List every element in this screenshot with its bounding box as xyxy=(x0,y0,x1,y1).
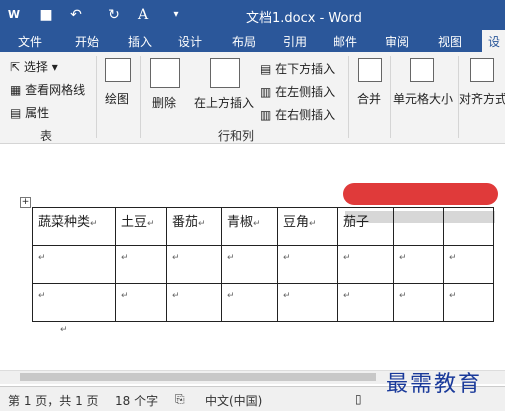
table-cell[interactable]: ↵ xyxy=(277,283,338,322)
merge-button[interactable]: 合并 xyxy=(357,90,381,107)
tab-insert[interactable]: 插入 xyxy=(128,33,152,50)
proofing-icon[interactable]: ⎘ xyxy=(175,392,185,407)
cell-size-icon xyxy=(410,58,434,82)
tab-mailings[interactable]: 邮件 xyxy=(333,33,357,50)
select-button[interactable]: ⇱ 选择 ▾ xyxy=(10,58,58,75)
redo-icon[interactable]: ↻ xyxy=(104,5,124,25)
rows-cols-label: 行和列 xyxy=(218,129,255,143)
table-cell[interactable]: 蔬菜种类↵ xyxy=(32,207,116,246)
table-move-handle-icon[interactable]: + xyxy=(20,197,31,208)
ribbon-tabs: 文件 开始 插入 设计 布局 引用 邮件 审阅 视图 设 xyxy=(0,30,505,52)
language-status[interactable]: 中文(中国) xyxy=(205,392,262,409)
word-count[interactable]: 18 个字 xyxy=(115,392,158,409)
table-row: ↵ ↵ ↵ ↵ ↵ ↵ ↵ ↵ xyxy=(32,245,494,284)
undo-icon[interactable]: ↶ xyxy=(66,5,86,25)
table-cell[interactable]: ↵ xyxy=(32,245,116,284)
table-cell[interactable]: ↵ xyxy=(393,245,444,284)
table-cell[interactable]: ↵ xyxy=(221,283,278,322)
insert-above-button[interactable]: 在上方插入 xyxy=(194,94,254,111)
table-cell[interactable]: ↵ xyxy=(166,283,222,322)
tab-file[interactable]: 文件 xyxy=(18,33,42,50)
title-bar: W ■ ↶ ↻ A ▾ 文档1.docx - Word xyxy=(0,0,505,30)
insert-above-icon xyxy=(210,58,240,88)
tab-home[interactable]: 开始 xyxy=(75,33,99,50)
merge-icon xyxy=(358,58,382,82)
view-gridlines-button[interactable]: ▦ 查看网格线 xyxy=(10,81,85,98)
watermark-logo: 最需教育 xyxy=(386,372,483,397)
tab-layout[interactable]: 布局 xyxy=(232,33,256,50)
format-painter-icon[interactable]: A xyxy=(132,5,154,25)
scrollbar-thumb[interactable] xyxy=(20,373,376,381)
insert-left-button[interactable]: ▥ 在左侧插入 xyxy=(260,83,335,100)
draw-table-icon xyxy=(105,58,131,82)
table-cell[interactable]: ↵ xyxy=(115,283,167,322)
alignment-icon xyxy=(470,58,494,82)
alignment-button[interactable]: 对齐方式 xyxy=(459,90,505,107)
paragraph-mark: ↵ xyxy=(60,325,68,335)
page-count[interactable]: 第 1 页，共 1 页 xyxy=(8,392,99,409)
delete-button[interactable]: 删除 xyxy=(152,94,176,111)
insert-below-button[interactable]: ▤ 在下方插入 xyxy=(260,60,335,77)
table-group-label: 表 xyxy=(40,129,53,143)
table-cell[interactable]: ↵ xyxy=(32,283,116,322)
table-cell[interactable]: ↵ xyxy=(393,283,444,322)
window-title: 文档1.docx - Word xyxy=(246,11,362,26)
save-icon[interactable]: ■ xyxy=(36,5,56,25)
delete-table-icon xyxy=(150,58,180,88)
table-cell[interactable] xyxy=(443,207,494,246)
table-cell[interactable]: 青椒↵ xyxy=(221,207,278,246)
table-cell[interactable]: 豆角↵ xyxy=(277,207,338,246)
document-area[interactable]: + 蔬菜种类↵ 土豆↵ 番茄↵ 青椒↵ 豆角↵ 茄子 ↵ ↵ ↵ ↵ ↵ ↵ ↵… xyxy=(0,145,505,370)
table-cell[interactable] xyxy=(393,207,444,246)
table-cell[interactable]: 土豆↵ xyxy=(115,207,167,246)
table-cell[interactable]: ↵ xyxy=(443,245,494,284)
table-cell[interactable]: ↵ xyxy=(221,245,278,284)
cell-size-button[interactable]: 单元格大小 xyxy=(393,90,453,107)
ribbon: ⇱ 选择 ▾ ▦ 查看网格线 ▤ 属性 表 绘图 删除 在上方插入 ▤ 在下方插… xyxy=(0,52,505,144)
customize-icon[interactable]: ▾ xyxy=(168,5,184,25)
tab-references[interactable]: 引用 xyxy=(283,33,307,50)
draw-button[interactable]: 绘图 xyxy=(105,90,129,107)
table-cell[interactable]: ↵ xyxy=(337,245,394,284)
word-app-icon: W xyxy=(7,8,21,21)
tab-review[interactable]: 审阅 xyxy=(385,33,409,50)
table-cell[interactable]: 番茄↵ xyxy=(166,207,222,246)
table-cell[interactable]: ↵ xyxy=(277,245,338,284)
tab-view[interactable]: 视图 xyxy=(438,33,462,50)
table-cell[interactable]: ↵ xyxy=(115,245,167,284)
table-cell[interactable]: 茄子 xyxy=(337,207,394,246)
table-cell[interactable]: ↵ xyxy=(443,283,494,322)
data-table[interactable]: 蔬菜种类↵ 土豆↵ 番茄↵ 青椒↵ 豆角↵ 茄子 ↵ ↵ ↵ ↵ ↵ ↵ ↵ ↵… xyxy=(32,207,494,322)
tab-design[interactable]: 设计 xyxy=(178,33,202,50)
table-row: ↵ ↵ ↵ ↵ ↵ ↵ ↵ ↵ xyxy=(32,283,494,322)
table-header-row: 蔬菜种类↵ 土豆↵ 番茄↵ 青椒↵ 豆角↵ 茄子 xyxy=(32,207,494,246)
table-cell[interactable]: ↵ xyxy=(337,283,394,322)
insert-right-button[interactable]: ▥ 在右侧插入 xyxy=(260,106,335,123)
properties-button[interactable]: ▤ 属性 xyxy=(10,104,49,121)
table-cell[interactable]: ↵ xyxy=(166,245,222,284)
redaction-mark xyxy=(343,183,498,205)
tab-table-layout[interactable]: 设 xyxy=(482,30,505,52)
read-mode-icon[interactable]: ▯ xyxy=(355,392,362,406)
